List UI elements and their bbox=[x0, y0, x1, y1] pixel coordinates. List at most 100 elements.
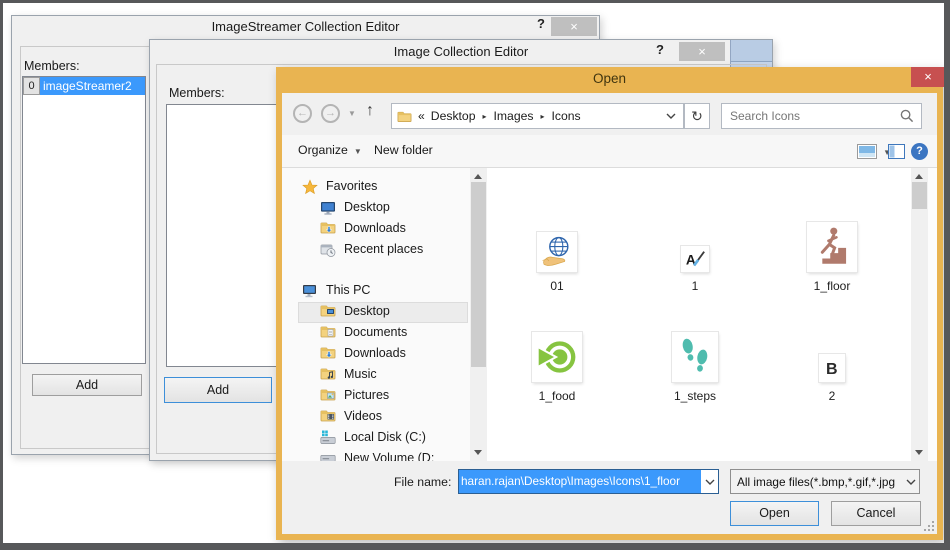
scroll-down-icon[interactable] bbox=[915, 450, 923, 455]
dialog-title: Open bbox=[592, 71, 627, 86]
address-dropdown-icon[interactable] bbox=[666, 113, 676, 119]
sidebar-item-downloads-pc[interactable]: Downloads bbox=[282, 344, 470, 365]
breadcrumb-desktop[interactable]: Desktop bbox=[431, 109, 476, 123]
scroll-up-icon[interactable] bbox=[915, 174, 923, 179]
file-label: 2 bbox=[828, 389, 836, 403]
music-icon bbox=[320, 367, 336, 383]
item-label: Music bbox=[344, 367, 377, 381]
file-label: 1_steps bbox=[673, 389, 717, 403]
file-label: 1_floor bbox=[813, 279, 851, 293]
combo-dropdown-icon[interactable] bbox=[701, 470, 718, 493]
item-label: Downloads bbox=[344, 221, 406, 235]
file-item-1-steps[interactable]: 1_steps bbox=[635, 326, 755, 403]
members-label: Members: bbox=[169, 86, 225, 100]
scroll-down-icon[interactable] bbox=[474, 450, 482, 455]
sidebar-group-this-pc[interactable]: This PC bbox=[282, 281, 470, 302]
address-bar[interactable]: « Desktop ▸ Images ▸ Icons bbox=[391, 103, 684, 129]
sidebar-item-new-volume-d[interactable]: New Volume (D: bbox=[282, 449, 470, 461]
dropdown-arrow-icon: ▼ bbox=[353, 147, 362, 156]
file-type-select[interactable]: All image files(*.bmp,*.gif,*.jpg bbox=[730, 469, 920, 494]
file-item-1-food[interactable]: 1_food bbox=[497, 326, 617, 403]
item-label: Local Disk (C:) bbox=[344, 430, 426, 444]
sidebar-scrollbar[interactable] bbox=[470, 168, 487, 461]
filelist-scrollbar[interactable] bbox=[911, 168, 928, 461]
file-label: 01 bbox=[550, 279, 564, 293]
close-icon[interactable]: × bbox=[551, 17, 597, 36]
sidebar-item-desktop[interactable]: Desktop bbox=[282, 198, 470, 219]
item-label: Recent places bbox=[344, 242, 424, 256]
search-icon bbox=[900, 109, 914, 123]
up-icon[interactable]: ↑ bbox=[366, 102, 374, 120]
file-item-1[interactable]: A 1 bbox=[635, 216, 755, 293]
item-label: Downloads bbox=[344, 346, 406, 360]
downloads-icon bbox=[320, 346, 336, 362]
close-icon[interactable]: × bbox=[679, 42, 725, 61]
sidebar-item-music[interactable]: Music bbox=[282, 365, 470, 386]
item-label: Desktop bbox=[344, 200, 390, 214]
sidebar-item-documents[interactable]: Documents bbox=[282, 323, 470, 344]
organize-menu[interactable]: Organize ▼ bbox=[298, 143, 362, 157]
add-button[interactable]: Add bbox=[32, 374, 142, 396]
sidebar-item-desktop-selected[interactable]: Desktop bbox=[282, 302, 470, 323]
navigation-bar: ← → ▼ ↑ « Desktop ▸ Images ▸ Icons ↻ Sea… bbox=[282, 93, 937, 135]
documents-icon bbox=[320, 325, 336, 341]
file-item-01[interactable]: 01 bbox=[497, 216, 617, 293]
close-icon[interactable]: × bbox=[911, 67, 944, 87]
scroll-up-icon[interactable] bbox=[474, 174, 482, 179]
file-item-1-floor[interactable]: 1_floor bbox=[772, 216, 892, 293]
local-disk-icon bbox=[320, 430, 336, 446]
scrollbar-thumb[interactable] bbox=[471, 182, 486, 367]
forward-icon[interactable]: → bbox=[321, 104, 340, 123]
history-dropdown-icon[interactable]: ▼ bbox=[348, 109, 356, 118]
sidebar-item-local-disk-c[interactable]: Local Disk (C:) bbox=[282, 428, 470, 449]
file-list[interactable]: 01 A 1 1_floor 1_food 1_steps B 2 bbox=[487, 168, 911, 461]
sidebar-item-downloads[interactable]: Downloads bbox=[282, 219, 470, 240]
screenshot-frame: ImageStreamer Collection Editor ? × Memb… bbox=[0, 0, 950, 550]
organize-label: Organize bbox=[298, 143, 348, 157]
command-toolbar: Organize ▼ New folder ▼ ? bbox=[282, 135, 937, 168]
cancel-button[interactable]: Cancel bbox=[831, 501, 921, 526]
scrollbar-thumb[interactable] bbox=[912, 182, 927, 209]
members-listbox[interactable]: 0 imageStreamer2 bbox=[22, 76, 146, 364]
sidebar-item-videos[interactable]: Videos bbox=[282, 407, 470, 428]
navigation-pane: Favorites Desktop Downloads Recent place… bbox=[282, 168, 470, 461]
views-icon[interactable] bbox=[857, 144, 877, 159]
add-button[interactable]: Add bbox=[164, 377, 272, 403]
drive-icon bbox=[320, 451, 336, 461]
help-icon[interactable]: ? bbox=[911, 143, 928, 160]
sidebar-group-favorites[interactable]: Favorites bbox=[282, 177, 470, 198]
spacer bbox=[928, 168, 937, 461]
breadcrumb-separator-icon: ▸ bbox=[482, 111, 487, 121]
sidebar-item-recent-places[interactable]: Recent places bbox=[282, 240, 470, 261]
file-type-value: All image files(*.bmp,*.gif,*.jpg bbox=[737, 474, 896, 489]
help-button[interactable]: ? bbox=[656, 42, 664, 57]
videos-icon bbox=[320, 409, 336, 425]
file-name-value-selected: haran.rajan\Desktop\Images\Icons\1_floor bbox=[459, 470, 701, 493]
group-label: Favorites bbox=[326, 179, 378, 193]
file-item-2[interactable]: B 2 bbox=[772, 326, 892, 403]
back-icon[interactable]: ← bbox=[293, 104, 312, 123]
group-label: This PC bbox=[326, 283, 371, 297]
refresh-button[interactable]: ↻ bbox=[684, 103, 710, 129]
breadcrumb-images[interactable]: Images bbox=[494, 109, 534, 123]
footprints-icon bbox=[672, 332, 718, 382]
open-file-dialog: Open × ← → ▼ ↑ « Desktop ▸ Images ▸ Icon… bbox=[276, 67, 944, 540]
open-button[interactable]: Open bbox=[730, 501, 819, 526]
breadcrumb-icons[interactable]: Icons bbox=[552, 109, 581, 123]
help-button[interactable]: ? bbox=[537, 16, 545, 31]
breadcrumb-overflow[interactable]: « bbox=[418, 109, 425, 123]
new-folder-button[interactable]: New folder bbox=[374, 143, 433, 157]
resize-grip[interactable] bbox=[924, 521, 934, 531]
item-label: Pictures bbox=[344, 388, 390, 402]
file-label: 1 bbox=[691, 279, 699, 293]
combo-dropdown-icon[interactable] bbox=[902, 479, 919, 485]
recent-places-icon bbox=[320, 244, 336, 257]
sidebar-item-pictures[interactable]: Pictures bbox=[282, 386, 470, 407]
window-title: ImageStreamer Collection Editor bbox=[12, 16, 599, 38]
item-label: Documents bbox=[344, 325, 408, 339]
file-name-input[interactable]: haran.rajan\Desktop\Images\Icons\1_floor bbox=[458, 469, 719, 494]
list-item[interactable]: 0 imageStreamer2 bbox=[23, 77, 145, 95]
preview-pane-icon[interactable] bbox=[888, 144, 905, 159]
search-input[interactable]: Search Icons bbox=[721, 103, 922, 129]
breadcrumb-separator-icon: ▸ bbox=[540, 111, 545, 121]
